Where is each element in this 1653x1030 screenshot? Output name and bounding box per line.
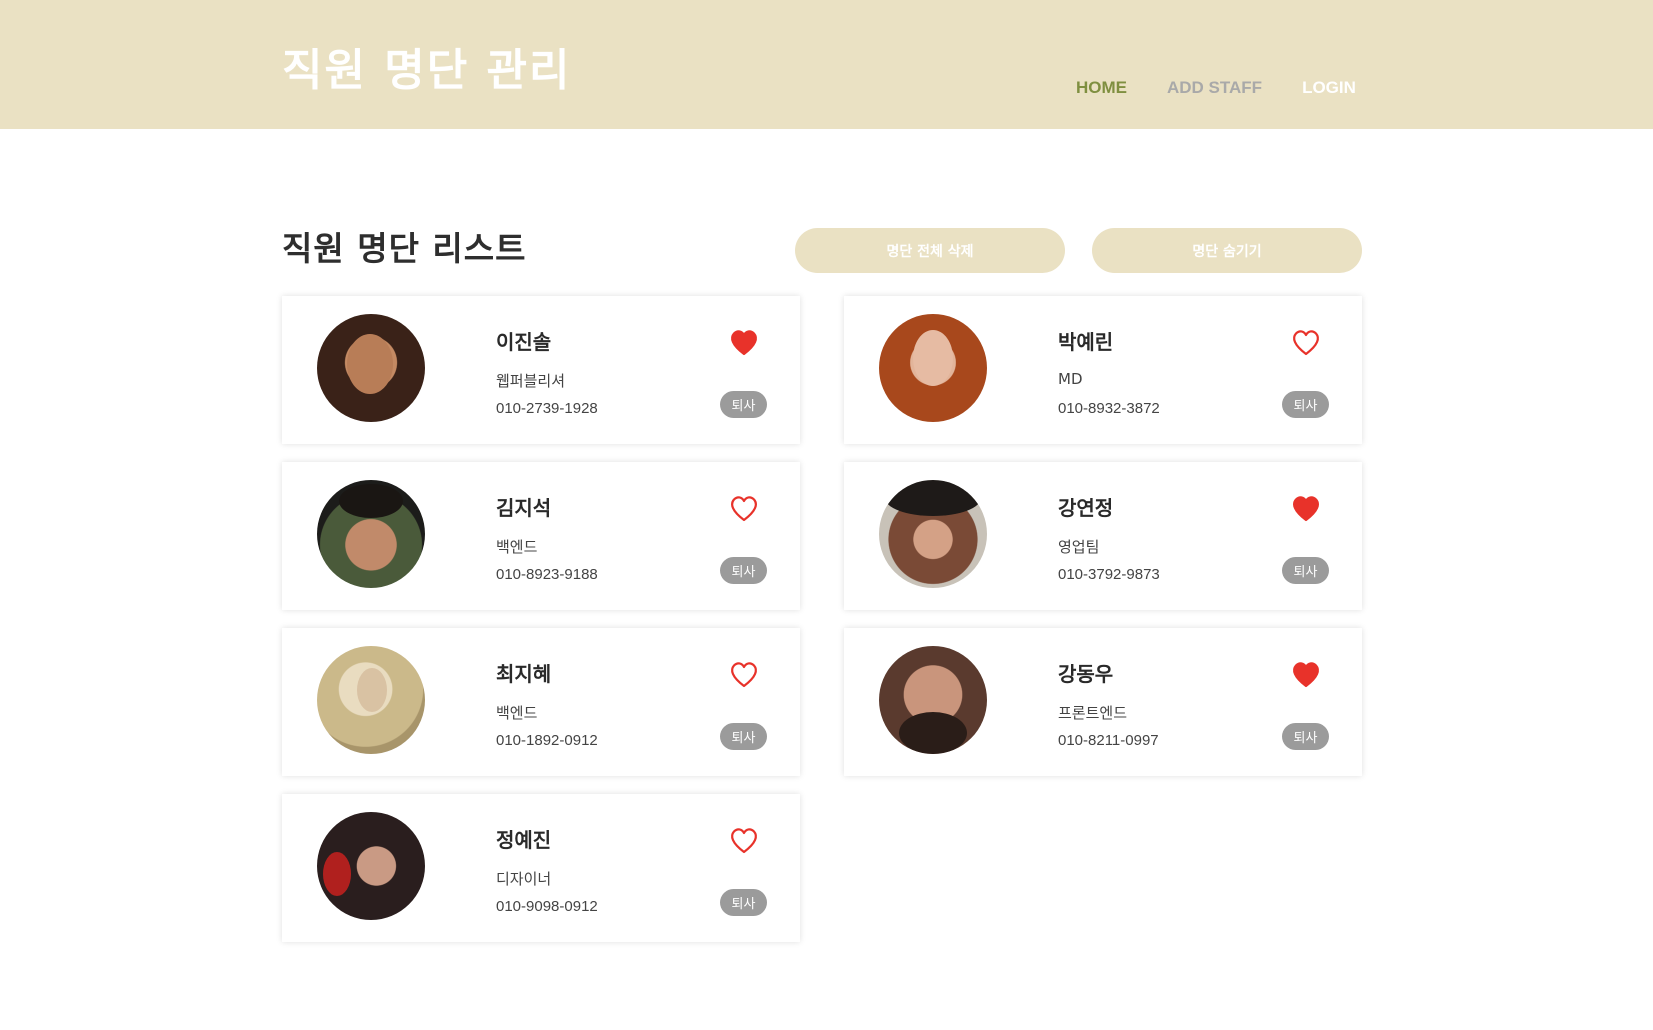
staff-phone: 010-9098-0912	[496, 898, 598, 915]
page-title: 직원 명단 리스트	[282, 229, 527, 268]
staff-role: 디자이너	[496, 870, 552, 888]
staff-phone: 010-8932-3872	[1058, 400, 1160, 417]
quit-button[interactable]: 퇴사	[720, 391, 767, 418]
avatar	[879, 480, 987, 588]
avatar	[879, 646, 987, 754]
staff-name: 정예진	[496, 828, 552, 852]
site-header: 직원 명단 관리 HOME ADD STAFF LOGIN	[0, 0, 1653, 129]
staff-role: 프론트엔드	[1058, 704, 1128, 722]
avatar	[317, 480, 425, 588]
staff-name: 김지석	[496, 496, 552, 520]
staff-phone: 010-3792-9873	[1058, 566, 1160, 583]
nav-add-staff[interactable]: ADD STAFF	[1167, 78, 1262, 98]
staff-role: 웹퍼블리셔	[496, 372, 566, 390]
main-nav: HOME ADD STAFF LOGIN	[1076, 78, 1396, 98]
staff-name: 이진솔	[496, 330, 552, 354]
heart-icon[interactable]	[728, 824, 760, 856]
staff-card: 김지석 백엔드 010-8923-9188 퇴사	[282, 462, 800, 610]
avatar	[317, 812, 425, 920]
staff-card: 정예진 디자이너 010-9098-0912 퇴사	[282, 794, 800, 942]
delete-all-button[interactable]: 명단 전체 삭제	[795, 228, 1065, 273]
quit-button[interactable]: 퇴사	[720, 889, 767, 916]
staff-phone: 010-8211-0997	[1058, 732, 1159, 749]
heart-icon[interactable]	[728, 326, 760, 358]
staff-name: 박예린	[1058, 330, 1114, 354]
avatar	[317, 646, 425, 754]
heart-icon[interactable]	[728, 658, 760, 690]
hide-list-button[interactable]: 명단 숨기기	[1092, 228, 1362, 273]
staff-role: 백엔드	[496, 704, 538, 722]
staff-phone: 010-2739-1928	[496, 400, 598, 417]
staff-card: 강동우 프론트엔드 010-8211-0997 퇴사	[844, 628, 1362, 776]
quit-button[interactable]: 퇴사	[1282, 557, 1329, 584]
heart-icon[interactable]	[1290, 658, 1322, 690]
staff-role: 영업팀	[1058, 538, 1100, 556]
staff-phone: 010-8923-9188	[496, 566, 598, 583]
heart-icon[interactable]	[1290, 326, 1322, 358]
staff-card: 이진솔 웹퍼블리셔 010-2739-1928 퇴사	[282, 296, 800, 444]
quit-button[interactable]: 퇴사	[720, 723, 767, 750]
staff-name: 강동우	[1058, 662, 1114, 686]
staff-card: 최지혜 백엔드 010-1892-0912 퇴사	[282, 628, 800, 776]
site-title: 직원 명단 관리	[282, 45, 572, 96]
quit-button[interactable]: 퇴사	[720, 557, 767, 584]
quit-button[interactable]: 퇴사	[1282, 723, 1329, 750]
staff-card: 강연정 영업팀 010-3792-9873 퇴사	[844, 462, 1362, 610]
staff-role: 백엔드	[496, 538, 538, 556]
heart-icon[interactable]	[1290, 492, 1322, 524]
avatar	[317, 314, 425, 422]
staff-role: MD	[1058, 370, 1083, 388]
nav-login[interactable]: LOGIN	[1302, 78, 1356, 98]
staff-card: 박예린 MD 010-8932-3872 퇴사	[844, 296, 1362, 444]
staff-phone: 010-1892-0912	[496, 732, 598, 749]
heart-icon[interactable]	[728, 492, 760, 524]
staff-name: 강연정	[1058, 496, 1114, 520]
staff-name: 최지혜	[496, 662, 552, 686]
avatar	[879, 314, 987, 422]
quit-button[interactable]: 퇴사	[1282, 391, 1329, 418]
nav-home[interactable]: HOME	[1076, 78, 1127, 98]
